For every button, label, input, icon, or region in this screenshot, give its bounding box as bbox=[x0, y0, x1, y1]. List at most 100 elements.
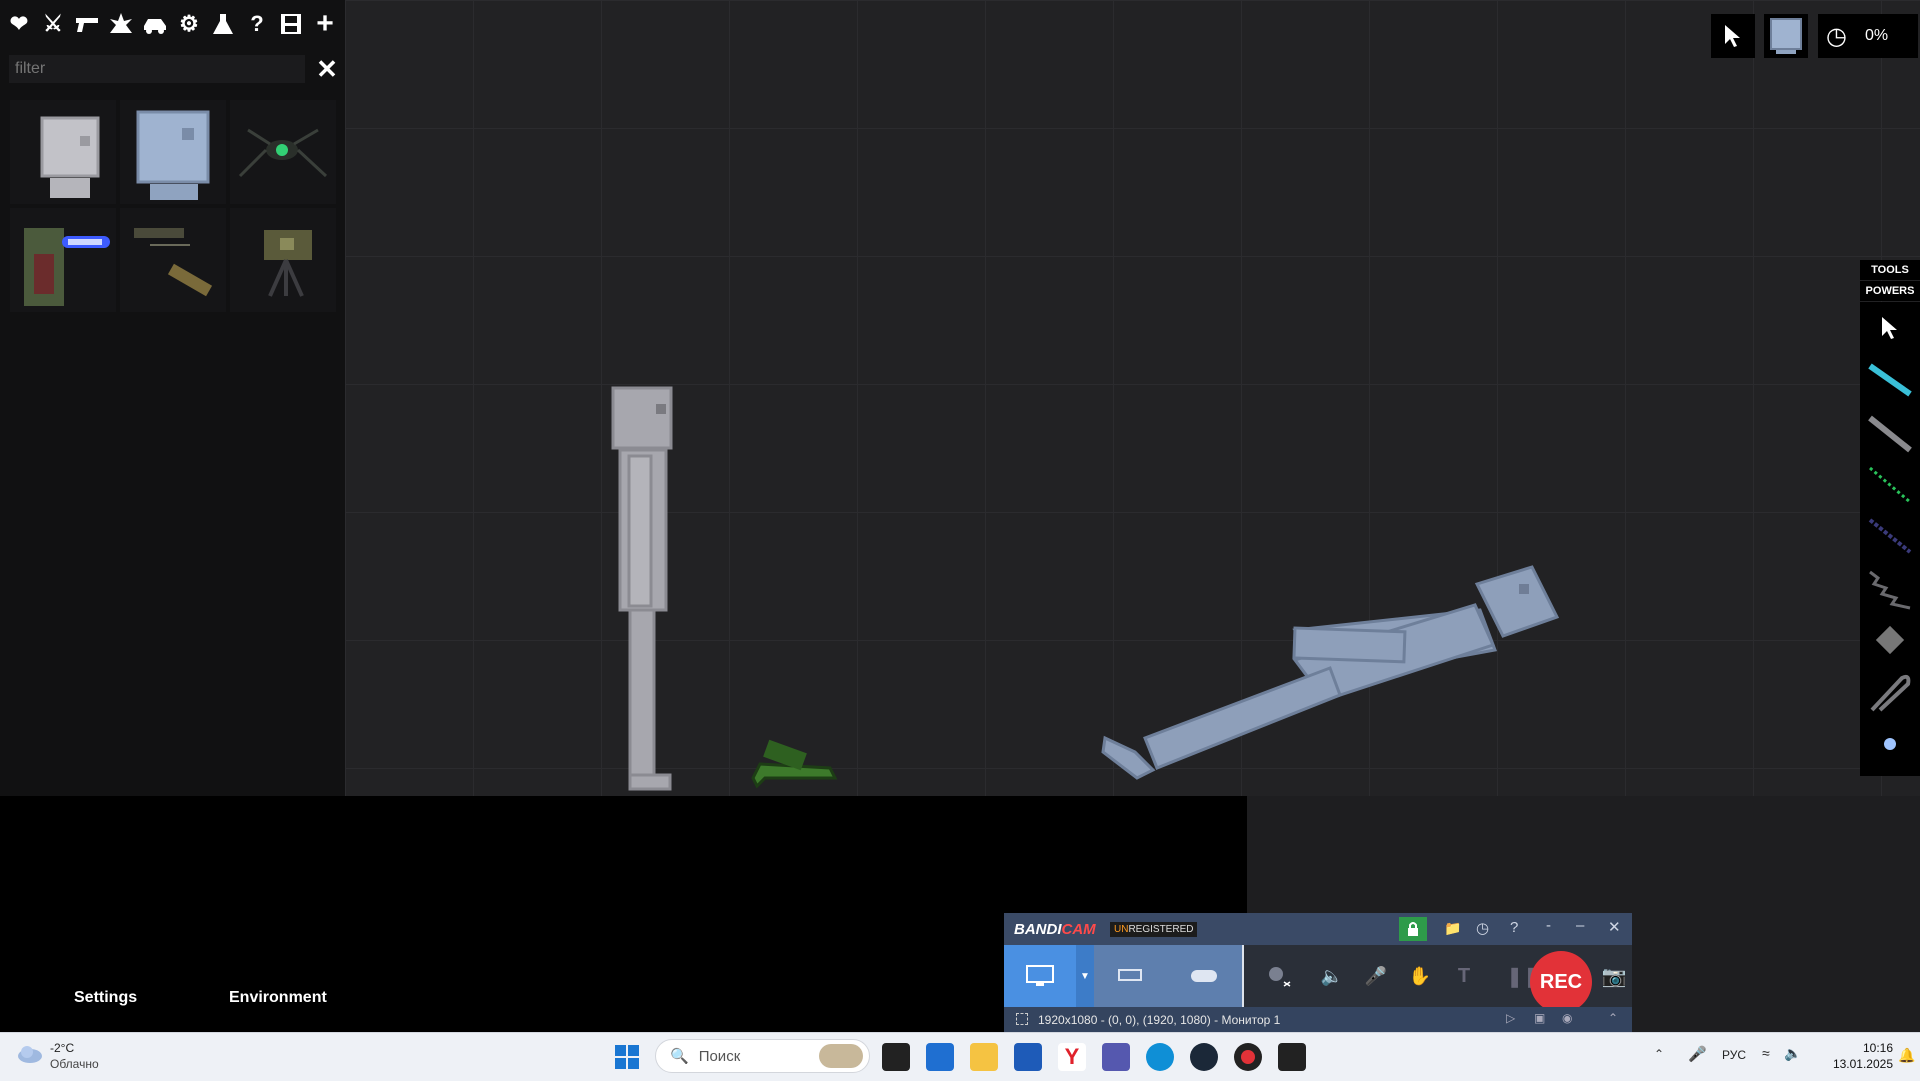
cursor-tool[interactable] bbox=[1860, 302, 1920, 354]
android-item[interactable] bbox=[120, 100, 226, 204]
store-icon[interactable] bbox=[926, 1043, 954, 1071]
android-ragdoll[interactable] bbox=[1101, 565, 1560, 780]
rec-button[interactable]: REC bbox=[1530, 951, 1592, 1013]
save-icon[interactable] bbox=[276, 9, 306, 39]
rod-tool[interactable] bbox=[1860, 406, 1920, 458]
vehicle-icon[interactable] bbox=[140, 9, 170, 39]
explosive-icon[interactable] bbox=[106, 9, 136, 39]
human-ragdoll[interactable] bbox=[611, 386, 673, 791]
taskbar-search[interactable]: 🔍 Поиск bbox=[655, 1039, 870, 1073]
cloud-icon[interactable] bbox=[16, 1043, 44, 1065]
webcam-button[interactable] bbox=[1244, 945, 1310, 1007]
bandicam-window[interactable]: BANDICAM UNREGISTERED 📁 ◷ ? - – ✕ ▼ 🔈 🎤 … bbox=[1004, 913, 1632, 1033]
add-icon[interactable]: + bbox=[310, 7, 340, 40]
spark-tool[interactable] bbox=[1860, 718, 1920, 770]
chain-tool[interactable] bbox=[1860, 562, 1920, 614]
edge-icon[interactable] bbox=[1146, 1043, 1174, 1071]
help-icon[interactable]: ? bbox=[1510, 919, 1518, 936]
time-scale-button[interactable]: ◷ 0% bbox=[1818, 14, 1918, 58]
heart-icon[interactable]: ❤ bbox=[4, 9, 34, 39]
filter-input[interactable] bbox=[9, 55, 305, 83]
close-icon[interactable]: ✕ bbox=[312, 54, 342, 84]
human-item[interactable] bbox=[10, 100, 116, 204]
cursor-effect-icon[interactable]: ✋ bbox=[1398, 945, 1442, 1007]
scene bbox=[611, 386, 1560, 791]
environment-button[interactable]: Environment bbox=[229, 989, 327, 1007]
teams-icon[interactable] bbox=[1102, 1043, 1130, 1071]
close-icon[interactable]: ✕ bbox=[1608, 918, 1621, 936]
help-icon[interactable]: ? bbox=[242, 9, 272, 39]
game-viewport[interactable] bbox=[345, 0, 1920, 796]
volume-icon[interactable]: 🔈 bbox=[1784, 1045, 1801, 1062]
siren-machine-item[interactable] bbox=[10, 208, 116, 312]
file-explorer-icon[interactable] bbox=[970, 1043, 998, 1071]
time-scale-value: 0% bbox=[1864, 27, 1889, 44]
broadcast-icon[interactable]: ◉ bbox=[1562, 1011, 1572, 1025]
clock-date[interactable]: 13.01.2025 bbox=[1808, 1057, 1893, 1071]
hdmi-mode-button[interactable] bbox=[1094, 945, 1166, 1007]
tab-powers[interactable]: POWERS bbox=[1860, 281, 1920, 301]
people-playground-taskbar-icon[interactable] bbox=[1278, 1043, 1306, 1071]
right-tabs: TOOLS POWERS bbox=[1860, 260, 1920, 302]
cable-tool[interactable] bbox=[1860, 666, 1920, 718]
firearm-icon[interactable] bbox=[72, 9, 102, 39]
bandicam-titlebar: BANDICAM UNREGISTERED 📁 ◷ ? - – ✕ bbox=[1004, 913, 1632, 945]
melee-icon[interactable]: ⚔ bbox=[38, 9, 68, 39]
machinery-icon[interactable]: ⚙ bbox=[174, 9, 204, 39]
notification-bell-icon[interactable]: 🔔 bbox=[1898, 1047, 1915, 1064]
search-placeholder: Поиск bbox=[698, 1047, 741, 1065]
weather-temperature[interactable]: -2°C bbox=[50, 1041, 74, 1055]
speaker-icon[interactable]: 🔈 bbox=[1310, 945, 1354, 1007]
chevron-up-icon[interactable]: ⌃ bbox=[1608, 1011, 1618, 1025]
yandex-browser-icon[interactable]: Y bbox=[1058, 1043, 1086, 1071]
folder-icon[interactable]: 📁 bbox=[1444, 920, 1461, 937]
tab-tools[interactable]: TOOLS bbox=[1860, 260, 1920, 280]
rope-tool[interactable] bbox=[1860, 510, 1920, 562]
bandicam-taskbar-icon[interactable] bbox=[1234, 1043, 1262, 1071]
tool-column bbox=[1860, 302, 1920, 776]
wifi-icon[interactable]: ≈ bbox=[1762, 1045, 1770, 1061]
video-icon[interactable]: ▷ bbox=[1506, 1011, 1515, 1025]
history-icon[interactable]: ◷ bbox=[1476, 919, 1489, 937]
microphone-icon[interactable]: 🎤 bbox=[1354, 945, 1398, 1007]
laser-tool[interactable] bbox=[1860, 354, 1920, 406]
microphone-icon[interactable]: 🎤 bbox=[1688, 1045, 1707, 1063]
steam-icon[interactable] bbox=[1190, 1043, 1218, 1071]
lock-icon[interactable] bbox=[1399, 917, 1427, 941]
clock-icon: ◷ bbox=[1826, 22, 1847, 50]
chevron-up-icon[interactable]: ⌃ bbox=[1654, 1047, 1664, 1061]
left-panel: ❤ ⚔ ⚙ ? + ✕ bbox=[0, 0, 345, 796]
minimize-tray-icon[interactable]: - bbox=[1546, 917, 1551, 934]
settings-button[interactable]: Settings bbox=[74, 989, 137, 1007]
language-indicator[interactable]: РУС bbox=[1722, 1048, 1746, 1062]
spring-tool[interactable] bbox=[1860, 458, 1920, 510]
word-icon[interactable] bbox=[1014, 1043, 1042, 1071]
weapon-parts-item[interactable] bbox=[120, 208, 226, 312]
spider-creature-item[interactable] bbox=[230, 100, 336, 204]
camera-icon[interactable]: 📷 bbox=[1596, 945, 1632, 1007]
chemistry-icon[interactable] bbox=[208, 9, 238, 39]
windows-start-icon[interactable] bbox=[615, 1045, 639, 1074]
cursor-icon bbox=[1882, 317, 1897, 339]
image-icon[interactable]: ▣ bbox=[1534, 1011, 1545, 1025]
game-mode-button[interactable] bbox=[1166, 945, 1242, 1007]
monitor-icon bbox=[1026, 965, 1054, 986]
clock-time[interactable]: 10:16 bbox=[1833, 1041, 1893, 1055]
fixed-tool[interactable] bbox=[1860, 614, 1920, 666]
unregistered-badge: UNREGISTERED bbox=[1110, 922, 1198, 937]
turret-item[interactable] bbox=[230, 208, 336, 312]
minimize-icon[interactable]: – bbox=[1576, 917, 1584, 934]
drag-mode-button[interactable] bbox=[1711, 14, 1755, 58]
cursor-icon bbox=[1725, 25, 1740, 47]
selected-item-thumbnail[interactable] bbox=[1764, 14, 1808, 58]
capture-area-text: 1920x1080 - (0, 0), (1920, 1080) - Монит… bbox=[1038, 1013, 1281, 1027]
pistol[interactable] bbox=[751, 739, 838, 789]
task-view-icon[interactable] bbox=[882, 1043, 910, 1071]
screen-mode-button[interactable] bbox=[1004, 945, 1076, 1007]
bandicam-logo: BANDICAM bbox=[1014, 921, 1096, 938]
weather-condition[interactable]: Облачно bbox=[50, 1057, 99, 1071]
search-highlight-icon bbox=[819, 1044, 863, 1068]
chevron-down-icon[interactable]: ▼ bbox=[1076, 945, 1094, 1007]
text-overlay-icon[interactable]: T bbox=[1442, 945, 1486, 1007]
hdmi-icon bbox=[1118, 969, 1142, 981]
